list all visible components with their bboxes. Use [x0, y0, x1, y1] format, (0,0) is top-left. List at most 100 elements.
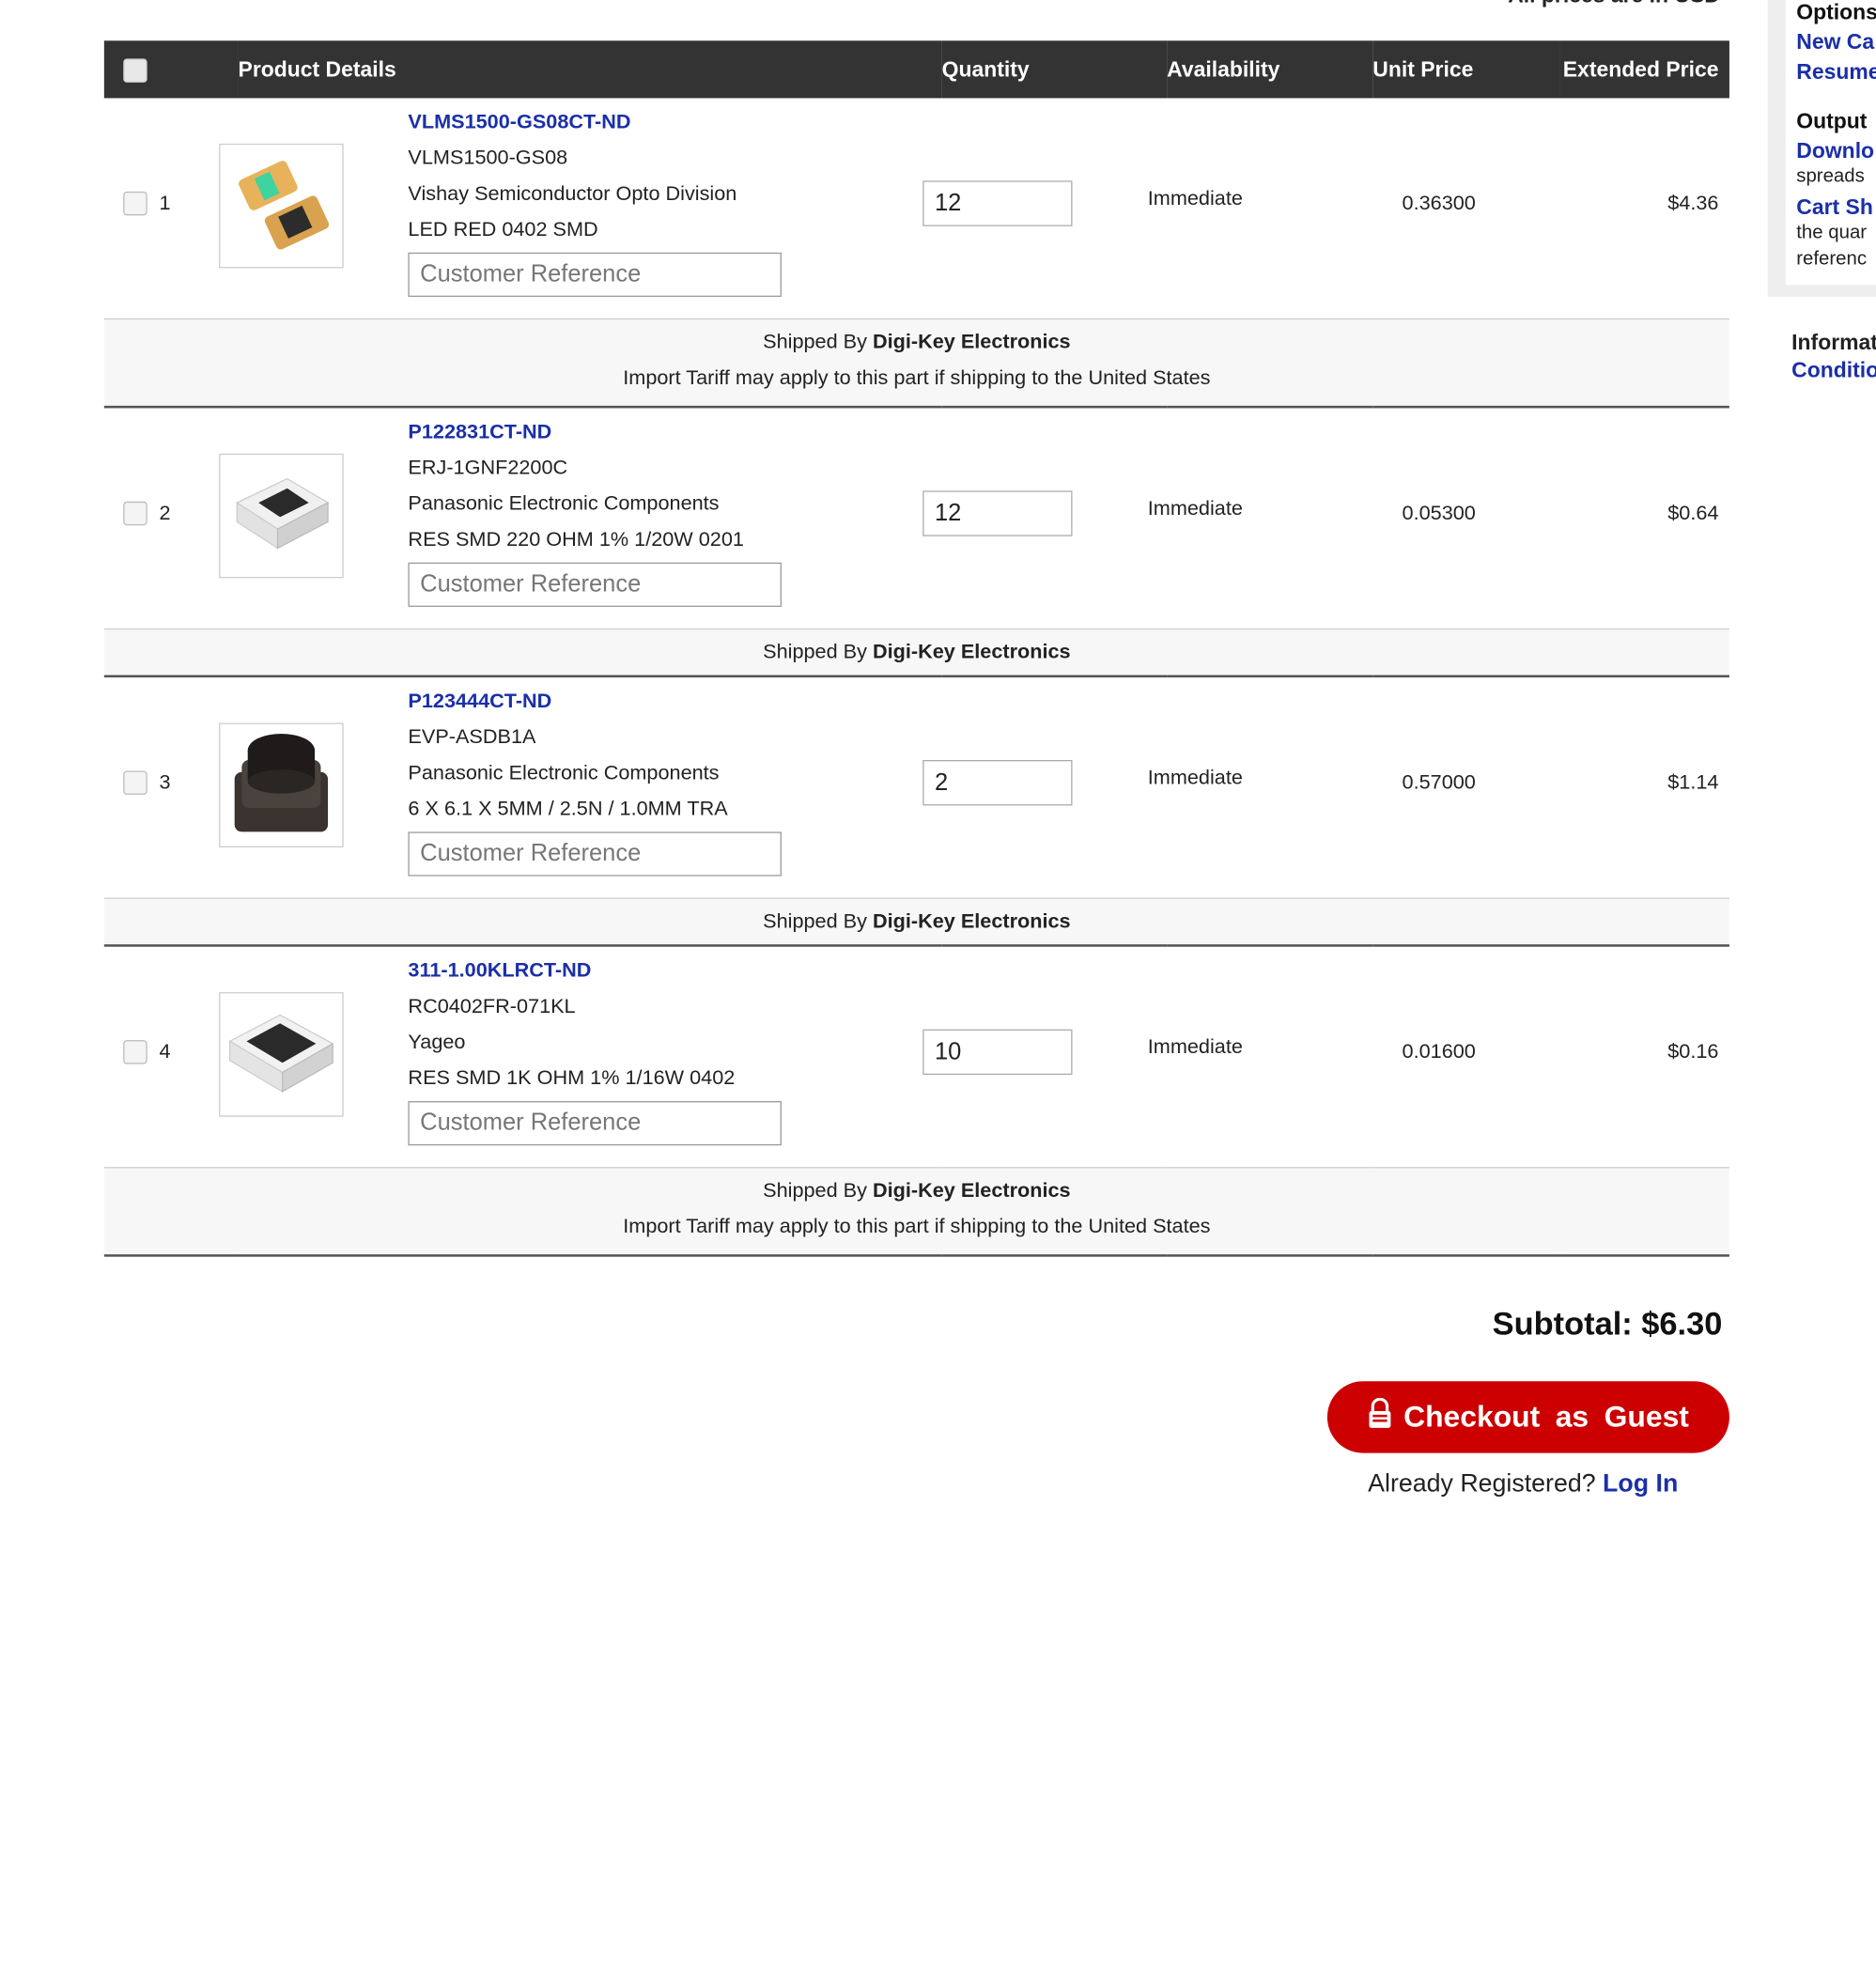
unit-price: 0.36300 [1402, 191, 1476, 215]
extended-price: $0.16 [1667, 1040, 1719, 1063]
item-number: 3 [159, 770, 171, 794]
quantity-input[interactable] [922, 490, 1073, 536]
availability: Immediate [1147, 496, 1243, 520]
manufacturer: Yageo [408, 1030, 466, 1054]
shipped-by-prefix: Shipped By [763, 909, 867, 933]
cart-table: Product Details Quantity Availability Un… [103, 40, 1729, 1257]
shipping-row: Shipped By Digi-Key Electronics [103, 897, 1729, 947]
manufacturer-part-number: RC0402FR-071KL [408, 994, 576, 1017]
cart-share-link[interactable]: Cart Sh [1796, 195, 1873, 221]
product-image[interactable] [219, 992, 344, 1117]
cart-share-text-2: referenc [1796, 248, 1868, 270]
extended-price: $1.14 [1667, 770, 1719, 794]
subtotal: Subtotal: $6.30 [1492, 1305, 1723, 1343]
manufacturer-part-number: ERJ-1GNF2200C [408, 456, 568, 479]
item-checkbox[interactable] [123, 1040, 147, 1064]
quantity-input[interactable] [922, 759, 1073, 806]
shipped-by-name: Digi-Key Electronics [872, 909, 1071, 933]
extended-price: $4.36 [1667, 191, 1719, 215]
item-number: 4 [159, 1040, 171, 1063]
registered-text: Already Registered? [1368, 1469, 1596, 1498]
extended-price: $0.64 [1667, 501, 1719, 525]
unit-price: 0.57000 [1402, 770, 1476, 794]
item-checkbox[interactable] [123, 501, 147, 526]
shipped-by-prefix: Shipped By [763, 1178, 867, 1203]
description: LED RED 0402 SMD [408, 217, 598, 241]
quantity-input[interactable] [922, 180, 1073, 226]
shipping-row: Shipped By Digi-Key Electronics Import T… [103, 318, 1729, 409]
manufacturer: Panasonic Electronic Components [408, 491, 720, 515]
shipped-by-prefix: Shipped By [763, 330, 867, 353]
customer-reference-input[interactable] [408, 1101, 782, 1146]
tariff-note: Import Tariff may apply to this part if … [623, 1215, 1211, 1238]
manufacturer-part-number: VLMS1500-GS08 [408, 146, 568, 169]
table-row: 3 P123444CT-ND EVP-ASDB1A Panasonic Elec… [104, 676, 1729, 898]
shipped-by-name: Digi-Key Electronics [872, 330, 1071, 353]
unit-price: 0.05300 [1402, 501, 1476, 525]
availability: Immediate [1147, 766, 1243, 789]
customer-reference-input[interactable] [408, 831, 782, 877]
cart-item: 4 311-1.00KLRCT-ND RC0402FR-071KL Yageo [104, 947, 1729, 1167]
item-number: 1 [159, 191, 171, 215]
description: RES SMD 220 OHM 1% 1/20W 0201 [408, 527, 744, 551]
description: 6 X 6.1 X 5MM / 2.5N / 1.0MM TRA [408, 797, 728, 820]
unit-price: 0.01600 [1402, 1040, 1476, 1063]
shipped-by: Shipped By Digi-Key Electronics [104, 324, 1729, 360]
header-product-details[interactable]: Product Details [238, 40, 942, 99]
table-row: 4 311-1.00KLRCT-ND RC0402FR-071KL Yageo [104, 945, 1729, 1167]
checkout-as-guest-button[interactable]: Checkout as Guest [1326, 1381, 1729, 1453]
part-number-link[interactable]: P123444CT-ND [408, 690, 551, 713]
header-unit-price[interactable]: Unit Price [1372, 40, 1560, 99]
header-quantity[interactable]: Quantity [941, 40, 1168, 99]
login-link[interactable]: Log In [1603, 1469, 1678, 1497]
output-heading: Output [1796, 108, 1868, 133]
header-availability[interactable]: Availability [1167, 40, 1373, 99]
sidebar-options: Options New Ca Resume Output Downlo spre… [1785, 0, 1876, 286]
shipping-row: Shipped By Digi-Key Electronics [103, 628, 1729, 678]
download-link[interactable]: Downlo [1796, 139, 1874, 164]
availability: Immediate [1147, 1035, 1243, 1059]
shipping-row: Shipped By Digi-Key Electronics Import T… [103, 1167, 1729, 1257]
new-cart-link[interactable]: New Ca [1796, 30, 1874, 55]
download-text: spreads [1796, 166, 1865, 187]
login-line: Already Registered? Log In [1368, 1469, 1678, 1498]
tariff-note: Import Tariff may apply to this part if … [623, 365, 1211, 390]
manufacturer: Vishay Semiconductor Opto Division [408, 181, 737, 205]
options-heading: Options [1796, 0, 1876, 24]
table-row: 1 VLMS1500-GS08CT-ND VLMS1500-GS08 Visha… [104, 98, 1729, 318]
part-number-link[interactable]: VLMS1500-GS08CT-ND [408, 110, 630, 133]
header-extended-price[interactable]: Extended Price [1559, 40, 1729, 99]
select-all-cell [103, 40, 239, 99]
information-heading: Informat [1791, 330, 1876, 355]
shipped-by-prefix: Shipped By [763, 640, 867, 663]
cart-item: 1 VLMS1500-GS08CT-ND VLMS1500-GS08 Visha… [104, 98, 1729, 318]
cart-item: 3 P123444CT-ND EVP-ASDB1A Panasonic Elec… [104, 677, 1729, 897]
resume-link[interactable]: Resume [1796, 60, 1876, 85]
item-number: 2 [159, 501, 171, 525]
shipped-by-name: Digi-Key Electronics [872, 640, 1071, 663]
lock-icon [1368, 1397, 1391, 1436]
shipped-by: Shipped By Digi-Key Electronics [104, 634, 1729, 670]
quantity-input[interactable] [922, 1029, 1073, 1076]
information-box: Informat Conditio [1791, 331, 1876, 383]
conditions-link[interactable]: Conditio [1791, 358, 1876, 383]
part-number-link[interactable]: P122831CT-ND [408, 420, 551, 443]
manufacturer: Panasonic Electronic Components [408, 761, 720, 784]
product-image[interactable] [219, 722, 344, 847]
customer-reference-input[interactable] [408, 252, 782, 297]
cart-share-text: the quar [1796, 222, 1868, 243]
select-all-checkbox[interactable] [123, 57, 147, 83]
product-image[interactable] [219, 453, 344, 579]
item-checkbox[interactable] [123, 770, 147, 795]
checkout-label: Checkout as Guest [1403, 1399, 1689, 1434]
customer-reference-input[interactable] [408, 562, 782, 607]
table-row: 2 P122831CT-ND ERJ-1GNF2200C Panasonic E [104, 407, 1729, 629]
product-image[interactable] [219, 143, 344, 269]
description: RES SMD 1K OHM 1% 1/16W 0402 [408, 1066, 736, 1090]
cart-item: 2 P122831CT-ND ERJ-1GNF2200C Panasonic E [104, 408, 1729, 628]
shipped-by: Shipped By Digi-Key Electronics [104, 1173, 1729, 1209]
item-checkbox[interactable] [123, 191, 147, 216]
table-header-row: Product Details Quantity Availability Un… [103, 40, 1729, 99]
availability: Immediate [1147, 186, 1243, 210]
part-number-link[interactable]: 311-1.00KLRCT-ND [408, 958, 591, 982]
